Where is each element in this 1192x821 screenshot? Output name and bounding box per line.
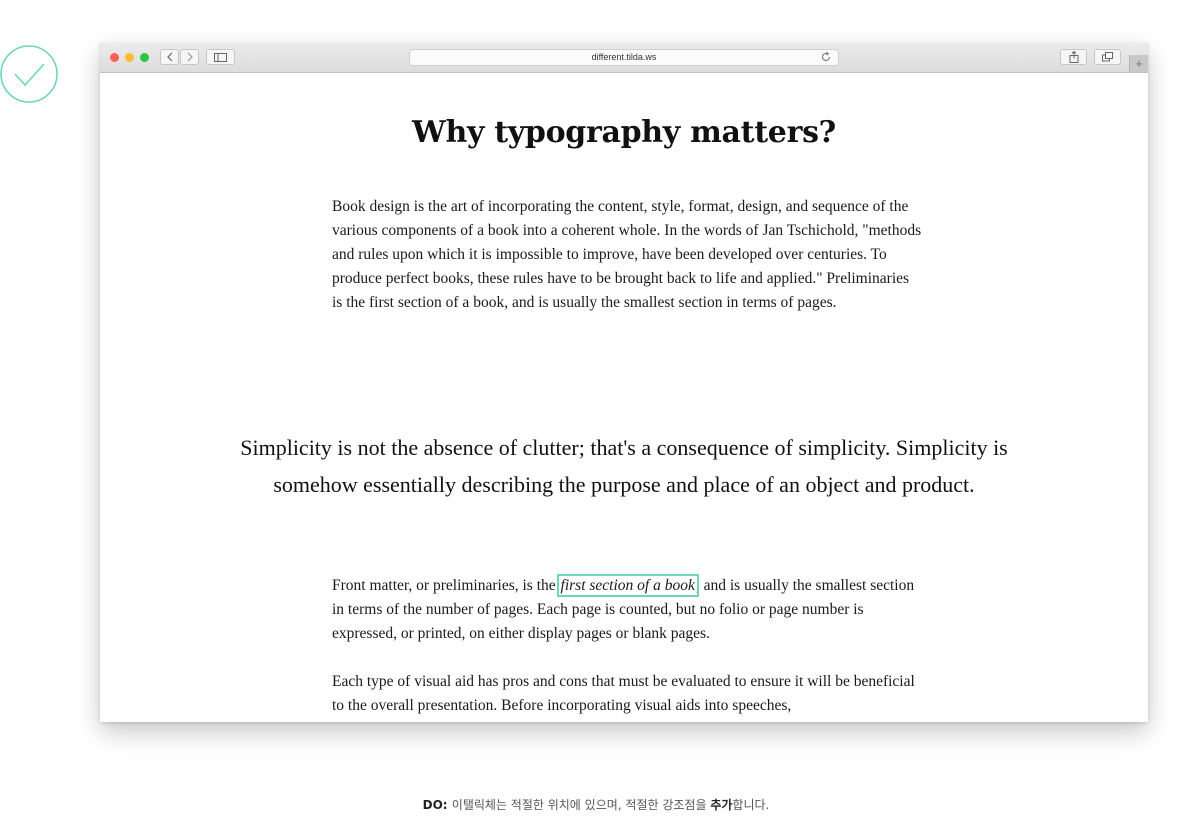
share-icon bbox=[1069, 51, 1078, 63]
back-button[interactable] bbox=[160, 49, 179, 65]
paragraph-text: Front matter, or preliminaries, is the bbox=[332, 577, 560, 594]
caption-prefix: DO: bbox=[422, 798, 452, 812]
url-text: different.tilda.ws bbox=[591, 52, 657, 62]
forward-button[interactable] bbox=[180, 49, 199, 65]
browser-window: different.tilda.ws + Why typography matt… bbox=[100, 43, 1148, 722]
chevron-left-icon bbox=[166, 52, 172, 62]
caption-text-end: 합니다. bbox=[732, 798, 770, 812]
share-button[interactable] bbox=[1060, 49, 1087, 65]
sidebar-button[interactable] bbox=[206, 49, 235, 65]
minimize-window-button[interactable] bbox=[125, 53, 134, 62]
pull-quote: Simplicity is not the absence of clutter… bbox=[240, 435, 1008, 497]
italic-emphasis: first section of a book bbox=[556, 574, 699, 597]
caption: DO: 이탤릭체는 적절한 위치에 있으며, 적절한 강조점을 추가합니다. bbox=[0, 796, 1192, 813]
browser-toolbar: different.tilda.ws + bbox=[100, 43, 1148, 73]
close-window-button[interactable] bbox=[110, 53, 119, 62]
zoom-window-button[interactable] bbox=[140, 53, 149, 62]
intro-paragraph: Book design is the art of incorporating … bbox=[332, 198, 922, 311]
visual-aid-paragraph: Each type of visual aid has pros and con… bbox=[332, 673, 915, 714]
page-title: Why typography matters? bbox=[412, 115, 836, 150]
sidebar-icon bbox=[214, 52, 227, 62]
tabs-overview-button[interactable] bbox=[1094, 49, 1121, 65]
chevron-right-icon bbox=[187, 52, 193, 62]
reload-icon[interactable] bbox=[820, 51, 832, 63]
tabs-icon bbox=[1102, 52, 1113, 62]
front-matter-paragraph: Front matter, or preliminaries, is the f… bbox=[332, 574, 922, 646]
address-bar[interactable]: different.tilda.ws bbox=[409, 49, 839, 66]
check-circle-icon bbox=[0, 45, 58, 103]
page-content: Why typography matters? Book design is t… bbox=[100, 73, 1148, 722]
caption-text: 이탤릭체는 적절한 위치에 있으며, 적절한 강조점을 bbox=[451, 798, 711, 812]
new-tab-button[interactable]: + bbox=[1129, 55, 1148, 72]
caption-bold: 추가 bbox=[710, 798, 733, 812]
